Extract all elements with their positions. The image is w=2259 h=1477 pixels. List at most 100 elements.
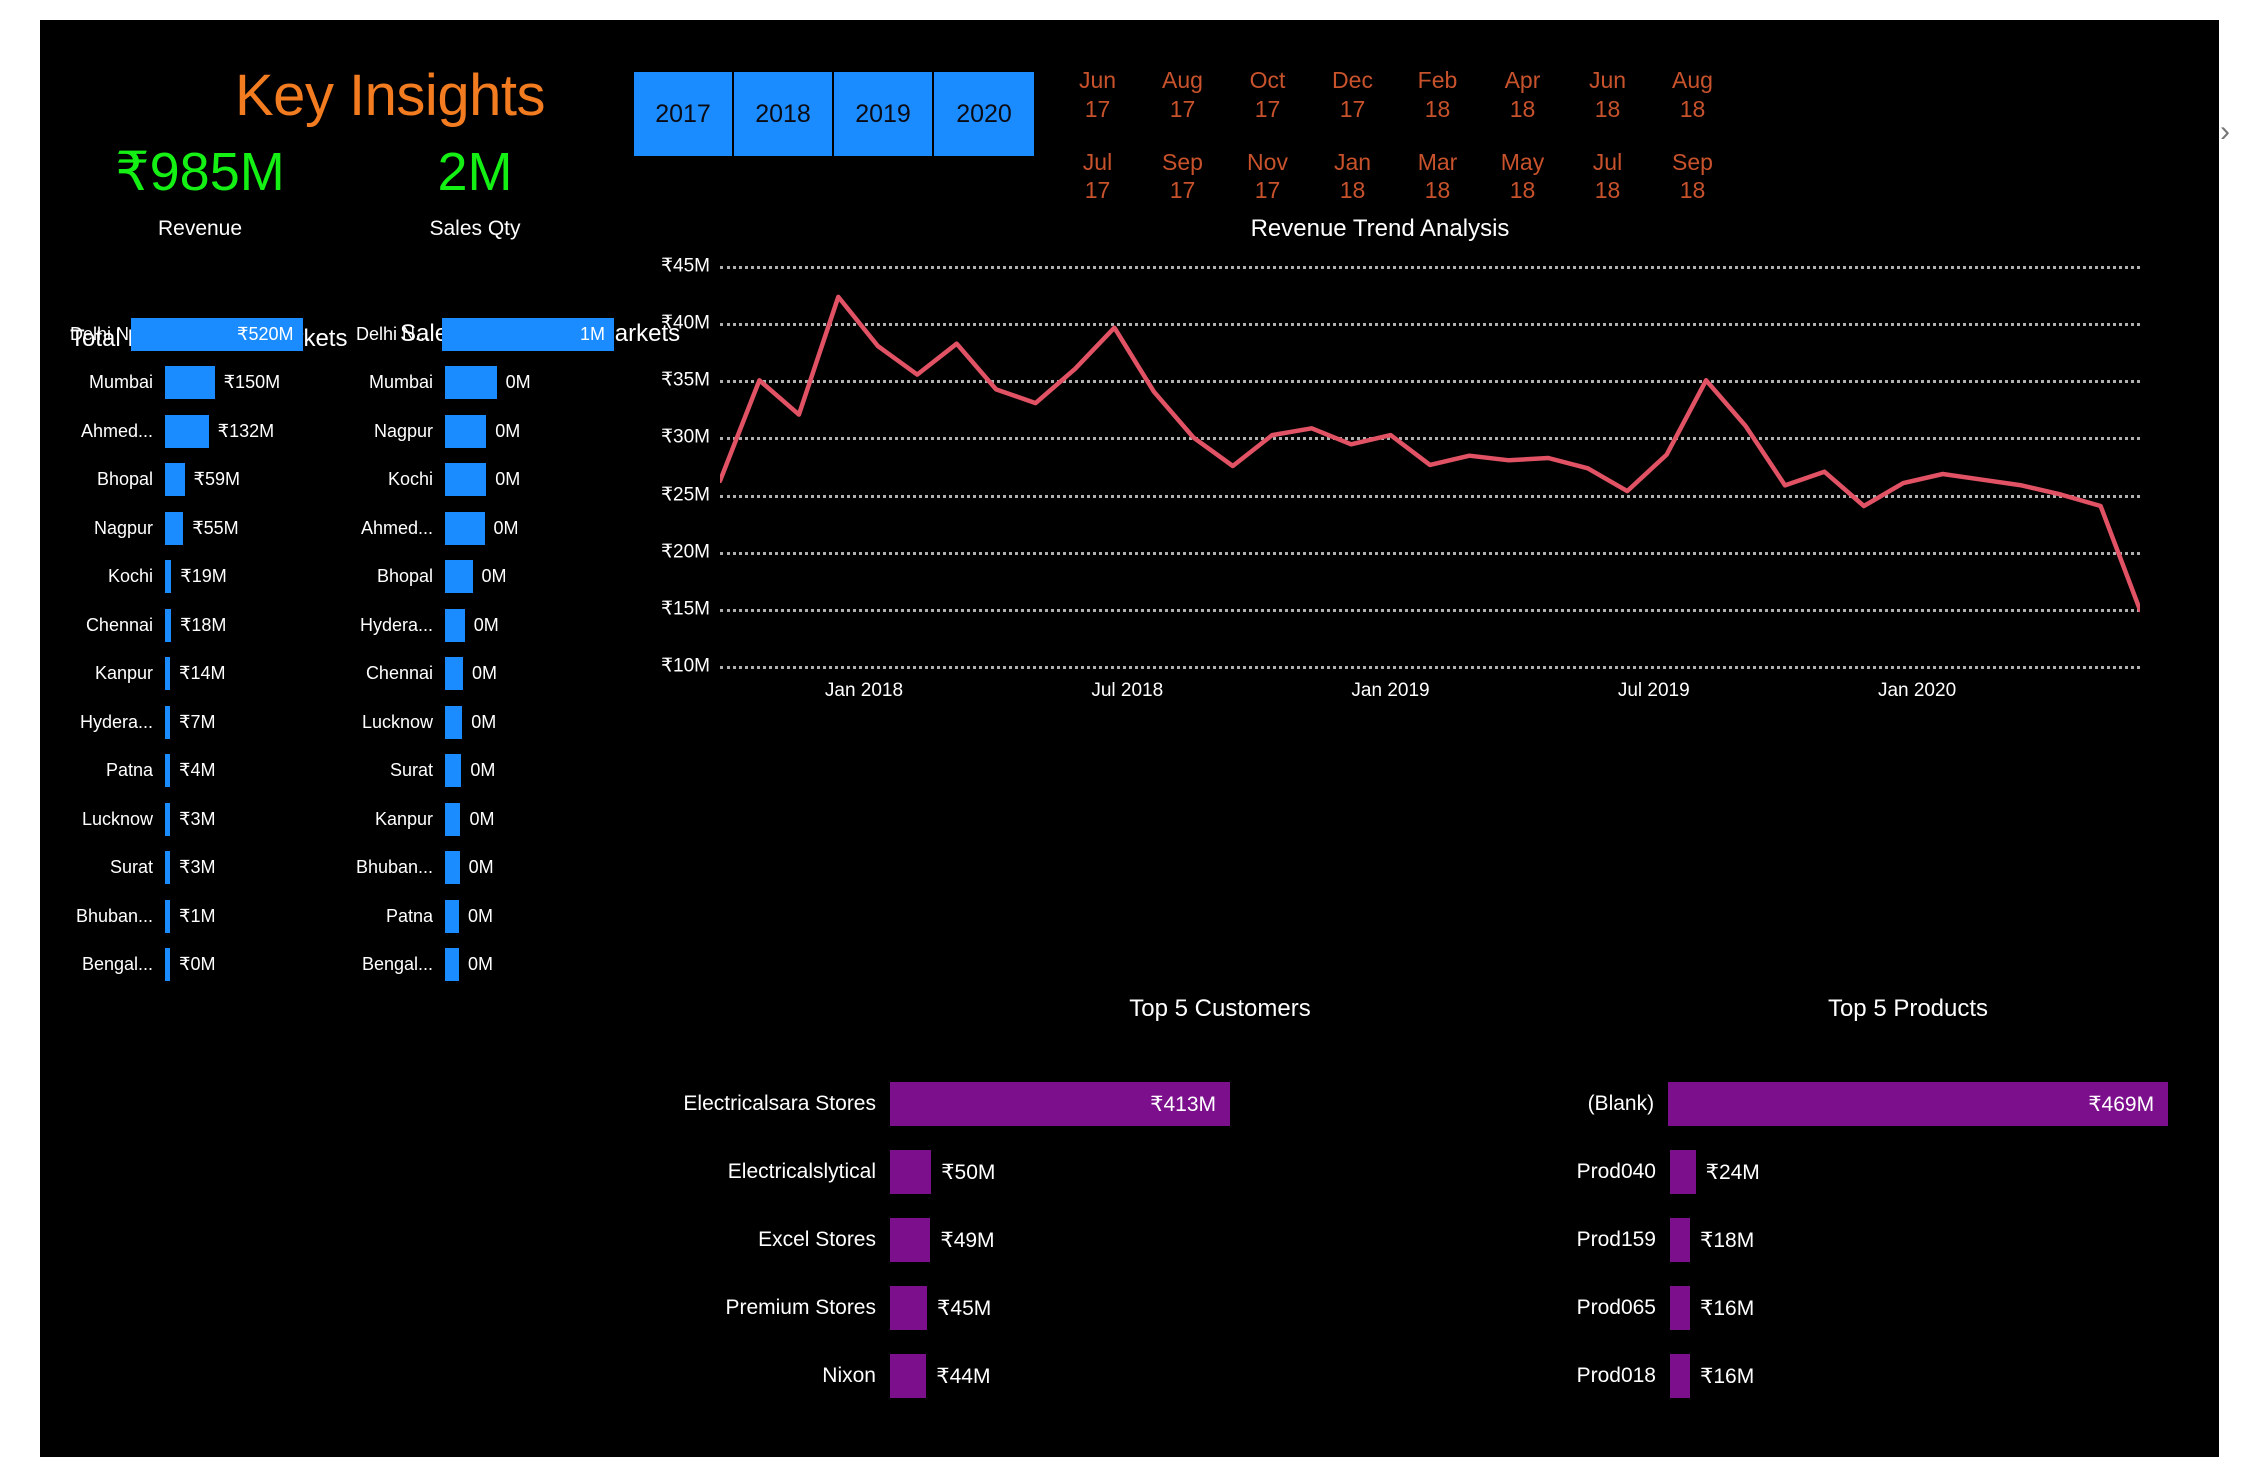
bar-row[interactable]: (Blank) ₹469M — [1540, 1070, 2220, 1138]
month-slicer-year: 18 — [1509, 177, 1536, 204]
month-slicer-item-jun-17[interactable]: Jun 17 — [1055, 60, 1140, 130]
month-slicer-item-jan-18[interactable]: Jan 18 — [1310, 130, 1395, 212]
month-slicer-month: Dec — [1332, 67, 1373, 93]
bar-row[interactable]: Prod040 ₹24M — [1540, 1138, 2220, 1206]
bar-fill — [445, 414, 487, 448]
chart-total-revenue-by-markets[interactable]: Delhi N... ₹520M Mumbai ₹150M Ahmed... ₹132M B… — [70, 310, 350, 989]
bar-row[interactable]: Electricalsara Stores ₹413M — [640, 1070, 1540, 1138]
month-slicer-year: 18 — [1679, 95, 1706, 122]
month-slicer[interactable]: Jun 17 Aug 17 Oct 17 Dec 17 Feb 18 Apr 18 Jun 18 Aug 18… — [1055, 60, 2170, 211]
bar-value-label: ₹7M — [179, 711, 216, 732]
year-slicer-item-2017[interactable]: 2017 — [634, 72, 734, 156]
month-slicer-item-apr-18[interactable]: Apr 18 — [1480, 60, 1565, 130]
chart-revenue-trend-analysis[interactable]: ₹45M ₹40M ₹35M ₹30M ₹25M ₹20M ₹15M ₹10M Jan 2018… — [625, 248, 2170, 718]
bar-row[interactable]: Bhopal ₹59M — [70, 456, 350, 505]
bar-fill — [165, 657, 170, 691]
bar-row[interactable]: Prod159 ₹18M — [1540, 1206, 2220, 1274]
bar-fill — [165, 608, 171, 642]
bar-row[interactable]: Nagpur 0M — [350, 407, 630, 456]
month-slicer-year: 17 — [1254, 177, 1281, 204]
bar-row[interactable]: Patna 0M — [350, 892, 630, 941]
bar-row[interactable]: Kochi 0M — [350, 456, 630, 505]
bar-fill — [165, 851, 170, 885]
bar-value-label: ₹0M — [179, 954, 216, 975]
month-slicer-item-sep-18[interactable]: Sep 18 — [1650, 130, 1735, 212]
bar-row[interactable]: Electricalslytical ₹50M — [640, 1138, 1540, 1206]
bar-row[interactable]: Prod065 ₹16M — [1540, 1274, 2220, 1342]
y-axis-tick-label: ₹45M — [660, 255, 710, 277]
bar-row[interactable]: Bengal... 0M — [350, 941, 630, 990]
year-slicer-item-2018[interactable]: 2018 — [734, 72, 834, 156]
bar-row[interactable]: Excel Stores ₹49M — [640, 1206, 1540, 1274]
bar-row[interactable]: Ahmed... 0M — [350, 504, 630, 553]
bar-category-label: Hydera... — [359, 614, 433, 635]
line-series-revenue — [720, 294, 2140, 613]
kpi-revenue-label: Revenue — [157, 217, 243, 240]
chart-sales-quantity-by-markets[interactable]: Delhi N... 1M Mumbai 0M Nagpur 0M Kochi 0M Ahmed… — [350, 310, 630, 989]
month-slicer-item-aug-18[interactable]: Aug 18 — [1650, 60, 1735, 130]
bar-row[interactable]: Kanpur ₹14M — [70, 650, 350, 699]
bar-row[interactable]: Kochi ₹19M — [70, 553, 350, 602]
bar-track: ₹16M — [1670, 1286, 2220, 1330]
month-slicer-item-jul-17[interactable]: Jul 17 — [1055, 130, 1140, 212]
bar-value-label: 1M — [579, 323, 605, 344]
bar-row[interactable]: Kanpur 0M — [350, 795, 630, 844]
bar-track: ₹45M — [890, 1286, 1540, 1330]
month-slicer-item-sep-17[interactable]: Sep 17 — [1140, 130, 1225, 212]
bar-row[interactable]: Mumbai 0M — [350, 359, 630, 408]
year-slicer-item-2019[interactable]: 2019 — [834, 72, 934, 156]
bar-fill — [890, 1218, 931, 1262]
bar-row[interactable]: Nixon ₹44M — [640, 1342, 1540, 1410]
bar-row[interactable]: Lucknow ₹3M — [70, 795, 350, 844]
chevron-right-icon[interactable]: › — [2220, 115, 2230, 149]
chart-top-5-customers[interactable]: Electricalsara Stores ₹413M Electricalslyt… — [640, 1070, 1540, 1410]
dashboard-canvas: Key Insights ₹985M Revenue 2M Sales Qty … — [40, 20, 2230, 1457]
bar-row[interactable]: Delhi N... ₹520M — [70, 310, 350, 359]
bar-row[interactable]: Bhuban... 0M — [350, 844, 630, 893]
bar-row[interactable]: Premium Stores ₹45M — [640, 1274, 1540, 1342]
bar-category-label: Nagpur — [373, 420, 433, 441]
month-slicer-item-may-18[interactable]: May 18 — [1480, 130, 1565, 212]
y-axis-tick-label: ₹15M — [660, 598, 710, 620]
month-slicer-month: Jul — [1592, 148, 1623, 175]
chart-top-5-products[interactable]: (Blank) ₹469M Prod040 ₹24M Prod159 ₹18M Prod06… — [1540, 1070, 2220, 1410]
kpi-card-sales-qty: 2M Sales Qty — [385, 145, 565, 241]
y-axis-tick-label: ₹30M — [660, 426, 710, 448]
month-slicer-item-jun-18[interactable]: Jun 18 — [1565, 60, 1650, 130]
month-slicer-item-feb-18[interactable]: Feb 18 — [1395, 60, 1480, 130]
month-slicer-item-dec-17[interactable]: Dec 17 — [1310, 60, 1395, 130]
bar-row[interactable]: Patna ₹4M — [70, 747, 350, 796]
month-slicer-item-nov-17[interactable]: Nov 17 — [1225, 130, 1310, 212]
bar-row[interactable]: Mumbai ₹150M — [70, 359, 350, 408]
bar-value-label: ₹3M — [179, 857, 216, 878]
bar-row[interactable]: Surat ₹3M — [70, 844, 350, 893]
bar-row[interactable]: Bengal... ₹0M — [70, 941, 350, 990]
year-slicer[interactable]: 2017 2018 2019 2020 — [633, 71, 1035, 156]
bar-row[interactable]: Chennai 0M — [350, 650, 630, 699]
bar-track: ₹520M — [130, 317, 350, 351]
bar-category-label: Bengal... — [81, 954, 153, 975]
bar-row[interactable]: Ahmed... ₹132M — [70, 407, 350, 456]
bar-track: ₹50M — [890, 1150, 1540, 1194]
bar-row[interactable]: Surat 0M — [350, 747, 630, 796]
bar-value-label: 0M — [468, 905, 494, 926]
year-slicer-item-2020[interactable]: 2020 — [934, 72, 1034, 156]
bar-value-label: ₹19M — [180, 566, 227, 587]
bar-row[interactable]: Bhopal 0M — [350, 553, 630, 602]
month-slicer-item-aug-17[interactable]: Aug 17 — [1140, 60, 1225, 130]
bar-row[interactable]: Nagpur ₹55M — [70, 504, 350, 553]
month-slicer-item-oct-17[interactable]: Oct 17 — [1225, 60, 1310, 130]
bar-row[interactable]: Delhi N... 1M — [350, 310, 630, 359]
month-slicer-month: Aug — [1672, 67, 1713, 93]
bar-row[interactable]: Chennai ₹18M — [70, 601, 350, 650]
bar-category-label: Bengal... — [361, 954, 433, 975]
bar-row[interactable]: Bhuban... ₹1M — [70, 892, 350, 941]
x-axis-tick-label: Jan 2018 — [824, 680, 904, 701]
bar-row[interactable]: Hydera... ₹7M — [70, 698, 350, 747]
bar-row[interactable]: Lucknow 0M — [350, 698, 630, 747]
bar-row[interactable]: Hydera... 0M — [350, 601, 630, 650]
month-slicer-item-jul-18[interactable]: Jul 18 — [1565, 130, 1650, 212]
bar-row[interactable]: Prod018 ₹16M — [1540, 1342, 2220, 1410]
month-slicer-item-mar-18[interactable]: Mar 18 — [1395, 130, 1480, 212]
bar-track: 0M — [445, 754, 630, 788]
